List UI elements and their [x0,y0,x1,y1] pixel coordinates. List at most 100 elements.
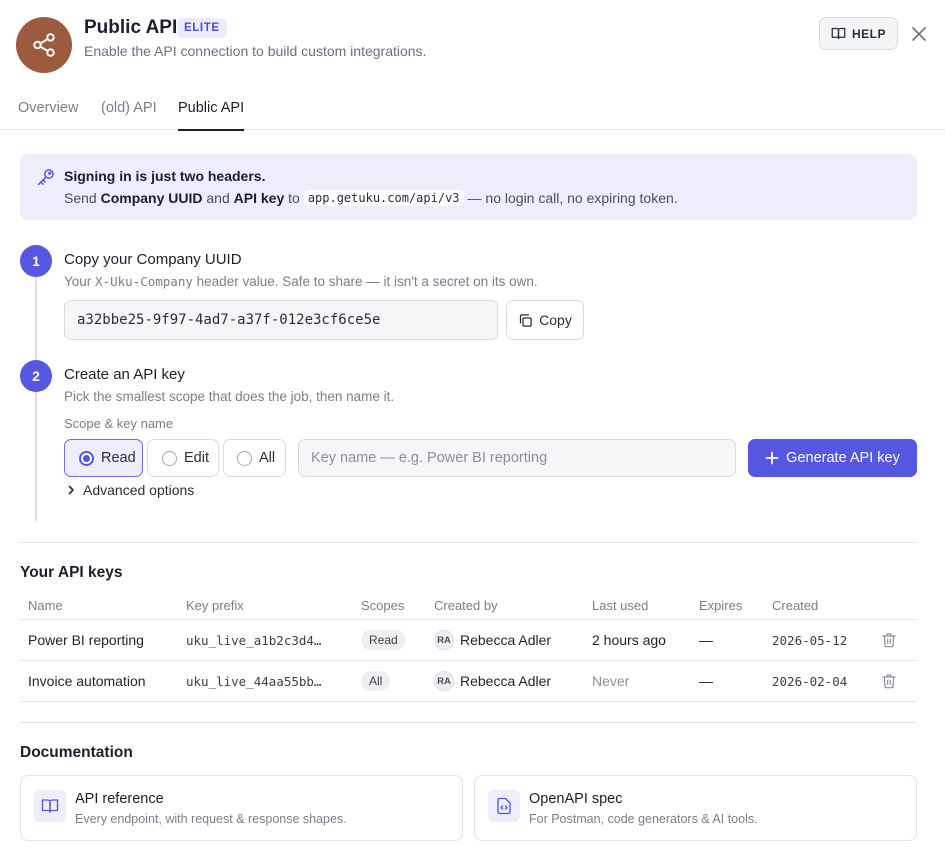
column-header: Created by [434,598,498,613]
doc-card-description: For Postman, code generators & AI tools. [529,812,758,826]
tab-overview[interactable]: Overview [18,100,78,130]
step-2-badge: 2 [20,360,52,392]
scope-field-label: Scope & key name [64,416,174,431]
tier-badge: ELITE [177,18,227,38]
divider [20,542,917,543]
doc-card-title: OpenAPI spec [529,791,623,807]
info-to: to [288,190,300,206]
api-keys-table: Name Key prefix Scopes Created by Last u… [20,594,917,702]
trash-icon[interactable] [881,632,897,648]
copy-icon [520,313,532,327]
column-header: Name [28,598,63,613]
openapi-spec-card[interactable]: OpenAPI spec For Postman, code generator… [474,775,917,841]
help-label: HELP [851,26,886,41]
page-header: Public API ELITE Enable the API connecti… [0,0,945,90]
column-header: Expires [699,598,743,613]
endpoint-code: app.getuku.com/api/v3 [303,190,464,206]
last-used: 2 hours ago [592,632,666,648]
expires: — [699,632,713,648]
radio-icon [237,450,252,466]
key-prefix: uku_live_a1b2c3d4… [186,632,322,648]
help-button[interactable]: HELP [819,17,898,50]
created-by-cell: RA Rebecca Adler [434,661,551,701]
chevron-right-icon [68,485,74,495]
scope-all-label: All [259,450,276,466]
step-1-desc-suffix: header value. Safe to share — it isn't a… [196,274,538,289]
copy-button[interactable]: Copy [506,300,584,340]
last-used: Never [592,673,630,689]
radio-icon [162,450,177,466]
book-icon [34,790,66,822]
info-title: Signing in is just two headers. [64,168,266,184]
divider [20,722,917,723]
doc-card-title: API reference [75,791,164,807]
step-1-description: Your X-Uku-Company header value. Safe to… [64,274,538,289]
avatar: RA [434,630,454,650]
info-text: Send Company UUID and API key to app.get… [64,190,678,206]
share-icon [16,17,72,73]
key-scope-cell: Read [361,620,406,660]
generate-api-key-button[interactable]: Generate API key [748,439,917,477]
api-keys-title: Your API keys [20,564,123,581]
key-name-input[interactable] [298,439,736,477]
close-button[interactable] [909,24,929,44]
table-header: Name Key prefix Scopes Created by Last u… [20,594,917,620]
info-and: and [206,190,230,206]
advanced-options-toggle[interactable]: Advanced options [66,482,194,498]
page-subtitle: Enable the API connection to build custo… [84,43,427,59]
advanced-options-label: Advanced options [83,482,195,498]
doc-card-description: Every endpoint, with request & response … [75,812,347,826]
scope-edit-label: Edit [184,450,209,466]
avatar: RA [434,671,454,691]
scope-badge: Read [361,630,406,650]
created-by-cell: RA Rebecca Adler [434,620,551,660]
api-reference-card[interactable]: API reference Every endpoint, with reque… [20,775,463,841]
step-1-desc-prefix: Your [64,274,92,289]
step-1-title: Copy your Company UUID [64,251,242,268]
key-name: Invoice automation [28,673,146,689]
column-header: Last used [592,598,649,613]
table-row: Invoice automation uku_live_44aa55bb… Al… [20,661,917,702]
key-icon [37,169,54,186]
info-text-prefix: Send [64,190,97,206]
code-file-icon [488,790,520,822]
tab-bar: Overview (old) API Public API [0,90,945,131]
step-2-title: Create an API key [64,366,185,383]
documentation-title: Documentation [20,744,133,761]
trash-icon[interactable] [881,673,897,689]
copy-label: Copy [539,312,572,328]
column-header: Key prefix [186,598,244,613]
column-header: Scopes [361,598,405,613]
plus-icon [765,451,779,465]
page-title: Public API [84,17,178,38]
key-scope-cell: All [361,661,391,701]
scope-option-all[interactable]: All [223,439,286,477]
scope-option-edit[interactable]: Edit [147,439,219,477]
generate-label: Generate API key [786,450,900,466]
info-callout [20,154,917,220]
created-date: 2026-02-04 [772,673,848,689]
scope-read-label: Read [101,450,136,466]
company-uuid-field[interactable]: a32bbe25-9f97-4ad7-a37f-012e3cf6ce5e [64,300,498,340]
tab-old-api[interactable]: (old) API [101,100,157,130]
close-icon [912,27,926,41]
info-api-key: API key [233,190,285,206]
scope-option-read[interactable]: Read [64,439,143,477]
tab-public-api[interactable]: Public API [178,100,245,131]
step-1-badge: 1 [20,245,52,277]
step-2-description: Pick the smallest scope that does the jo… [64,389,395,404]
expires: — [699,673,713,689]
created-date: 2026-05-12 [772,632,848,648]
created-by-name: Rebecca Adler [460,673,552,689]
scope-badge: All [361,671,391,691]
radio-icon [79,450,94,466]
table-row: Power BI reporting uku_live_a1b2c3d4… Re… [20,620,917,661]
column-header: Created [772,598,819,613]
info-company-uuid: Company UUID [100,190,203,206]
created-by-name: Rebecca Adler [460,632,552,648]
info-suffix: — no login call, no expiring token. [467,190,678,206]
step-connector [35,275,37,521]
header-name-code: X-Uku-Company [95,274,193,289]
key-prefix: uku_live_44aa55bb… [186,673,322,689]
key-name: Power BI reporting [28,632,144,648]
